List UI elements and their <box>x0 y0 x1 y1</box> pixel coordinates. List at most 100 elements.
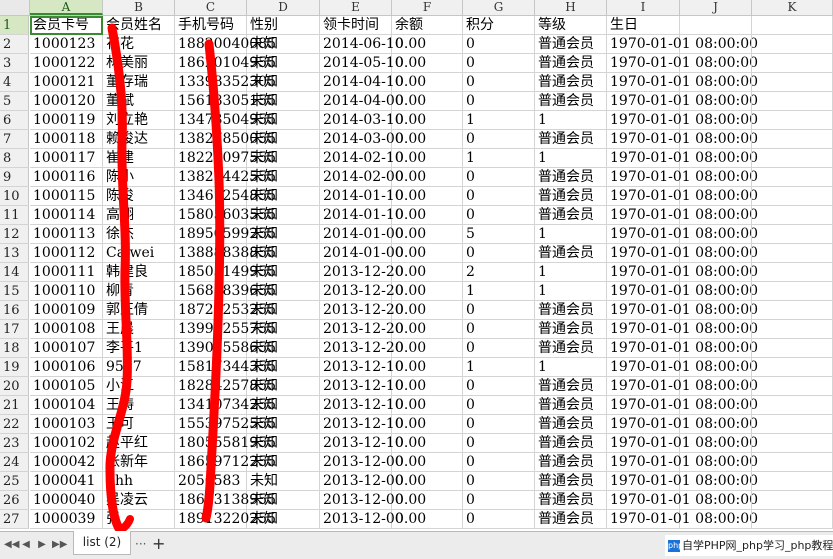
table-cell[interactable] <box>680 339 752 358</box>
table-cell[interactable]: 1000102 <box>30 434 103 453</box>
table-cell[interactable] <box>680 377 752 396</box>
table-cell[interactable] <box>680 320 752 339</box>
table-cell[interactable]: 1970-01-01 08:00:00 <box>607 301 758 320</box>
table-cell[interactable]: 1970-01-01 08:00:00 <box>607 396 758 415</box>
table-cell[interactable]: 1970-01-01 08:00:00 <box>607 339 758 358</box>
table-cell[interactable]: 2014-02-00 <box>320 168 404 187</box>
table-cell[interactable]: 0 <box>463 244 535 263</box>
table-cell[interactable]: 未知 <box>247 434 320 453</box>
table-cell[interactable]: 未知 <box>247 54 320 73</box>
table-cell[interactable]: 0.00 <box>392 282 463 301</box>
table-cell[interactable]: 0 <box>463 206 535 225</box>
row-header[interactable]: 22 <box>0 415 29 434</box>
table-cell[interactable]: 董斌 <box>103 92 175 111</box>
table-cell[interactable]: 2014-04-10 <box>320 73 404 92</box>
table-cell[interactable]: 普通会员 <box>535 187 607 206</box>
table-cell[interactable]: 郭正倩 <box>103 301 175 320</box>
table-cell[interactable]: 2014-02-10 <box>320 149 404 168</box>
table-cell[interactable]: 13905558655 <box>175 339 276 358</box>
table-cell[interactable] <box>752 472 833 491</box>
row-header[interactable]: 19 <box>0 358 29 377</box>
table-cell[interactable] <box>752 491 833 510</box>
table-cell[interactable]: 1970-01-01 08:00:00 <box>607 54 758 73</box>
table-cell[interactable]: 2013-12-10 <box>320 358 404 377</box>
table-cell[interactable]: 13473504955 <box>175 111 276 130</box>
table-cell[interactable] <box>680 301 752 320</box>
table-cell[interactable]: 18723253255 <box>175 301 276 320</box>
table-cell[interactable]: 2013-12-00 <box>320 453 404 472</box>
table-cell[interactable]: 1000123 <box>30 35 103 54</box>
table-cell[interactable]: 1000041 <box>30 472 103 491</box>
column-header-g[interactable]: G <box>463 0 535 15</box>
table-cell[interactable]: 2014-06-10 <box>320 35 404 54</box>
table-cell[interactable]: 15618305155 <box>175 92 276 111</box>
table-cell[interactable]: 普通会员 <box>535 434 607 453</box>
table-cell[interactable]: 0 <box>463 510 535 529</box>
table-cell[interactable] <box>680 244 752 263</box>
table-cell[interactable]: 1 <box>463 282 535 301</box>
table-cell[interactable]: 0.00 <box>392 472 463 491</box>
table-cell[interactable]: 2014-05-10 <box>320 54 404 73</box>
table-cell[interactable]: 1 <box>535 225 607 244</box>
table-cell[interactable]: 0.00 <box>392 168 463 187</box>
add-sheet-icon[interactable]: + <box>152 534 165 553</box>
table-cell[interactable]: 普通会员 <box>535 73 607 92</box>
table-cell[interactable]: 0 <box>463 472 535 491</box>
table-cell[interactable]: 1000107 <box>30 339 103 358</box>
table-cell[interactable]: 0 <box>463 415 535 434</box>
table-cell[interactable]: 张新年 <box>103 453 175 472</box>
more-sheets-icon[interactable]: ··· <box>135 537 146 551</box>
table-cell[interactable]: 1 <box>535 282 607 301</box>
table-cell[interactable]: 普通会员 <box>535 130 607 149</box>
table-cell[interactable]: 未知 <box>247 491 320 510</box>
table-cell[interactable]: 未知 <box>247 206 320 225</box>
column-header-f[interactable]: F <box>392 0 463 15</box>
table-cell[interactable]: 普通会员 <box>535 510 607 529</box>
table-cell[interactable]: 未知 <box>247 168 320 187</box>
table-cell[interactable]: 1000104 <box>30 396 103 415</box>
row-header[interactable]: 25 <box>0 472 29 491</box>
table-cell[interactable]: 0.00 <box>392 73 463 92</box>
table-cell[interactable]: 0 <box>463 301 535 320</box>
header-cell[interactable]: 等级 <box>535 16 607 35</box>
table-cell[interactable]: 2014-04-00 <box>320 92 404 111</box>
table-cell[interactable]: 2013-12-10 <box>320 396 404 415</box>
column-header-b[interactable]: B <box>103 0 175 15</box>
table-cell[interactable]: 18659712255 <box>175 453 276 472</box>
table-cell[interactable]: 0 <box>463 320 535 339</box>
header-cell[interactable]: 会员姓名 <box>103 16 175 35</box>
table-cell[interactable]: 5 <box>463 225 535 244</box>
table-cell[interactable]: 1970-01-01 08:00:00 <box>607 225 758 244</box>
table-cell[interactable]: 2014-01-00 <box>320 244 404 263</box>
header-cell[interactable]: 性别 <box>247 16 320 35</box>
table-cell[interactable]: 2013-12-00 <box>320 491 404 510</box>
table-cell[interactable]: 0.00 <box>392 510 463 529</box>
table-cell[interactable]: 2013-12-10 <box>320 377 404 396</box>
table-cell[interactable]: 1000040 <box>30 491 103 510</box>
table-cell[interactable]: 李平1 <box>103 339 175 358</box>
table-cell[interactable] <box>752 206 833 225</box>
row-header[interactable]: 21 <box>0 396 29 415</box>
table-cell[interactable] <box>752 187 833 206</box>
table-cell[interactable]: 未知 <box>247 225 320 244</box>
table-cell[interactable]: 1970-01-01 08:00:00 <box>607 434 758 453</box>
table-cell[interactable]: 2013-12-20 <box>320 301 404 320</box>
table-cell[interactable]: 未知 <box>247 320 320 339</box>
table-cell[interactable]: 1000106 <box>30 358 103 377</box>
table-cell[interactable]: 普通会员 <box>535 301 607 320</box>
row-header[interactable]: 13 <box>0 244 29 263</box>
table-cell[interactable] <box>680 225 752 244</box>
row-header[interactable]: 12 <box>0 225 29 244</box>
column-header-j[interactable]: J <box>680 0 752 15</box>
row-header[interactable]: 14 <box>0 263 29 282</box>
column-header-d[interactable]: D <box>247 0 320 15</box>
table-cell[interactable]: 花花 <box>103 35 175 54</box>
table-cell[interactable]: 18913220255 <box>175 510 276 529</box>
table-cell[interactable]: 1970-01-01 08:00:00 <box>607 320 758 339</box>
table-cell[interactable]: 13997255755 <box>175 320 276 339</box>
row-header[interactable]: 3 <box>0 54 29 73</box>
table-cell[interactable]: 1970-01-01 08:00:00 <box>607 92 758 111</box>
table-cell[interactable]: 张 <box>103 510 175 529</box>
table-cell[interactable]: 崔建 <box>103 149 175 168</box>
table-cell[interactable]: 1000114 <box>30 206 103 225</box>
